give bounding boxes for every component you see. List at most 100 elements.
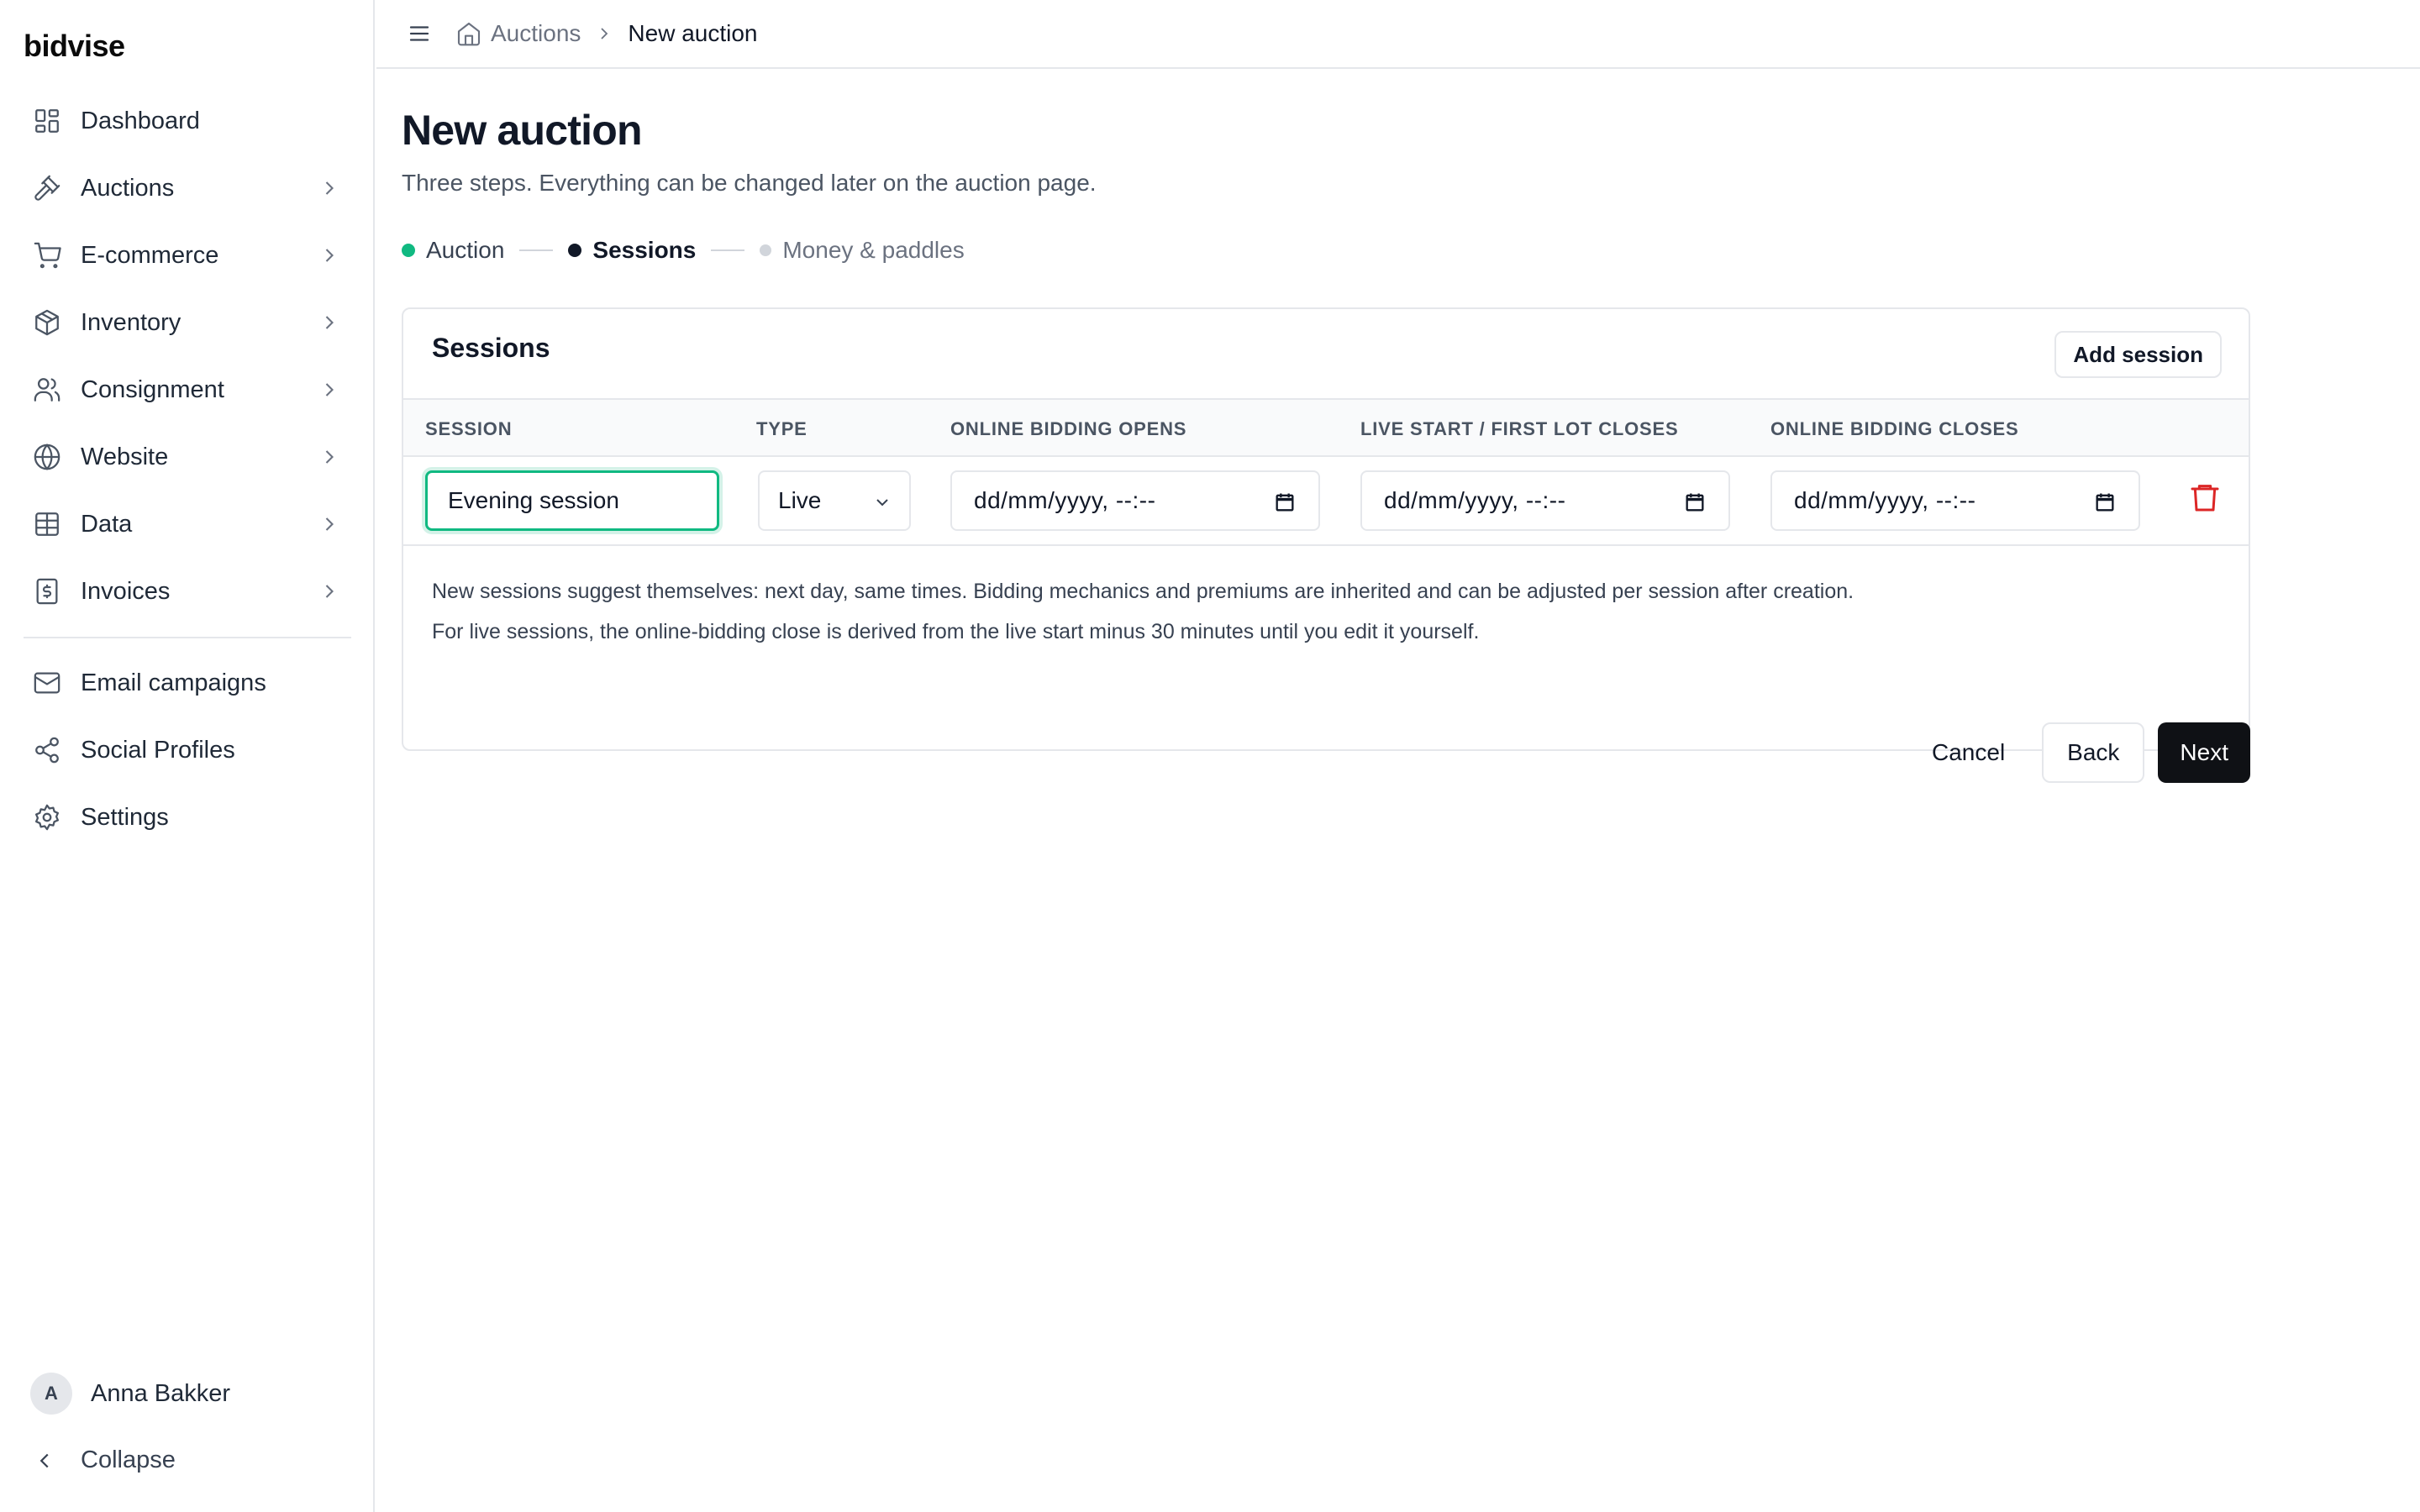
table-header: SESSION TYPE ONLINE BIDDING OPENS LIVE S… <box>403 400 2249 457</box>
column-header-session: SESSION <box>425 418 513 439</box>
calendar-icon[interactable] <box>2093 491 2117 514</box>
column-header-live-start: LIVE START / FIRST LOT CLOSES <box>1360 418 1679 439</box>
sidebar-item-auctions[interactable]: Auctions <box>24 155 351 222</box>
step-label: Money & paddles <box>782 237 965 263</box>
sidebar-item-label: E-commerce <box>81 241 219 269</box>
sidebar-divider <box>24 637 351 638</box>
chevron-right-icon <box>325 249 334 262</box>
session-type-select[interactable]: Live <box>758 470 911 531</box>
breadcrumb-current: New auction <box>628 20 758 46</box>
online-closes-datetime-input[interactable]: dd/mm/yyyy, --:-- <box>1770 470 2140 531</box>
cart-icon <box>32 240 62 270</box>
chevron-right-icon <box>325 181 334 195</box>
session-name-input[interactable] <box>425 470 719 531</box>
sidebar-item-label: Inventory <box>81 308 182 336</box>
column-header-online-closes: ONLINE BIDDING CLOSES <box>1770 418 2019 439</box>
chevron-right-icon <box>325 450 334 464</box>
sidebar-item-label: Settings <box>81 803 169 831</box>
chevron-left-icon <box>39 1453 49 1467</box>
gear-icon <box>32 802 62 832</box>
column-header-online-opens: ONLINE BIDDING OPENS <box>950 418 1187 439</box>
page-subtitle: Three steps. Everything can be changed l… <box>402 170 1097 196</box>
collapse-sidebar-button[interactable]: Collapse <box>32 1446 176 1474</box>
step-sessions[interactable]: Sessions <box>568 237 696 264</box>
step-status-dot <box>760 244 772 256</box>
sidebar-item-data[interactable]: Data <box>24 491 351 558</box>
step-label: Auction <box>426 237 505 263</box>
gavel-icon <box>32 173 62 203</box>
online-opens-datetime-input[interactable]: dd/mm/yyyy, --:-- <box>950 470 1320 531</box>
users-icon <box>32 375 62 405</box>
package-icon <box>32 307 62 338</box>
user-profile[interactable]: A Anna Bakker <box>30 1373 230 1415</box>
live-start-datetime-input[interactable]: dd/mm/yyyy, --:-- <box>1360 470 1730 531</box>
select-value: Live <box>778 487 822 513</box>
user-name: Anna Bakker <box>91 1379 231 1407</box>
calendar-icon[interactable] <box>1273 491 1297 514</box>
sidebar: bidvise Dashboard Auctions E-commerce In… <box>0 0 375 1512</box>
card-title: Sessions <box>432 333 550 363</box>
main-nav: Dashboard Auctions E-commerce Inventory <box>24 87 351 650</box>
sidebar-item-invoices[interactable]: Invoices <box>24 558 351 625</box>
sidebar-item-label: Data <box>81 510 133 538</box>
datetime-placeholder: dd/mm/yyyy, --:-- <box>1794 487 1976 513</box>
collapse-label: Collapse <box>81 1446 176 1473</box>
sidebar-item-label: Invoices <box>81 577 171 605</box>
column-header-type: TYPE <box>756 418 808 439</box>
back-button[interactable]: Back <box>2042 722 2145 783</box>
menu-icon[interactable] <box>407 21 432 46</box>
trash-icon[interactable] <box>2188 480 2222 514</box>
datetime-placeholder: dd/mm/yyyy, --:-- <box>974 487 1156 513</box>
sidebar-item-inventory[interactable]: Inventory <box>24 289 351 356</box>
step-money-paddles[interactable]: Money & paddles <box>760 237 965 264</box>
invoice-icon <box>32 576 62 606</box>
topbar: Auctions New auction <box>376 0 2420 69</box>
share-icon <box>32 735 62 765</box>
step-auction[interactable]: Auction <box>402 237 504 264</box>
add-session-button[interactable]: Add session <box>2054 331 2222 378</box>
sidebar-item-dashboard[interactable]: Dashboard <box>24 87 351 155</box>
sidebar-item-ecommerce[interactable]: E-commerce <box>24 222 351 289</box>
breadcrumb: Auctions New auction <box>432 20 758 47</box>
sidebar-item-email-campaigns[interactable]: Email campaigns <box>24 649 351 717</box>
sessions-table: SESSION TYPE ONLINE BIDDING OPENS LIVE S… <box>403 398 2249 546</box>
sessions-note: New sessions suggest themselves: next da… <box>432 580 1854 603</box>
sidebar-item-settings[interactable]: Settings <box>24 784 351 851</box>
calendar-icon[interactable] <box>1683 491 1707 514</box>
chevron-right-icon <box>325 585 334 598</box>
sidebar-item-label: Auctions <box>81 174 175 202</box>
stepper: Auction Sessions Money & paddles <box>402 234 965 267</box>
chevron-right-icon <box>601 28 608 39</box>
sidebar-item-consignment[interactable]: Consignment <box>24 356 351 423</box>
sidebar-item-label: Email campaigns <box>81 669 266 696</box>
cancel-button[interactable]: Cancel <box>1910 722 2027 783</box>
dashboard-icon <box>32 106 62 136</box>
step-connector <box>711 249 745 251</box>
sessions-card: Sessions Add session SESSION TYPE ONLINE… <box>402 307 2250 751</box>
chevron-right-icon <box>325 383 334 396</box>
sidebar-item-label: Dashboard <box>81 107 200 134</box>
form-actions: Cancel Back Next <box>1910 722 2250 783</box>
next-button[interactable]: Next <box>2158 722 2250 783</box>
sidebar-item-social-profiles[interactable]: Social Profiles <box>24 717 351 784</box>
datetime-placeholder: dd/mm/yyyy, --:-- <box>1384 487 1566 513</box>
app-logo[interactable]: bidvise <box>24 29 125 64</box>
sidebar-item-label: Social Profiles <box>81 736 235 764</box>
sessions-note: For live sessions, the online-bidding cl… <box>432 620 1480 643</box>
step-status-dot <box>402 244 415 257</box>
chevron-down-icon <box>876 499 888 507</box>
step-connector <box>519 249 554 251</box>
mail-icon <box>32 668 62 698</box>
table-icon <box>32 509 62 539</box>
chevron-right-icon <box>325 517 334 531</box>
breadcrumb-auctions[interactable]: Auctions <box>491 20 581 47</box>
chevron-right-icon <box>325 316 334 329</box>
sidebar-item-label: Website <box>81 443 169 470</box>
page-title: New auction <box>402 107 642 154</box>
sidebar-item-website[interactable]: Website <box>24 423 351 491</box>
globe-icon <box>32 442 62 472</box>
secondary-nav: Email campaigns Social Profiles Settings <box>24 649 351 851</box>
home-icon[interactable] <box>455 20 482 47</box>
step-label: Sessions <box>592 237 697 263</box>
sidebar-item-label: Consignment <box>81 375 224 403</box>
